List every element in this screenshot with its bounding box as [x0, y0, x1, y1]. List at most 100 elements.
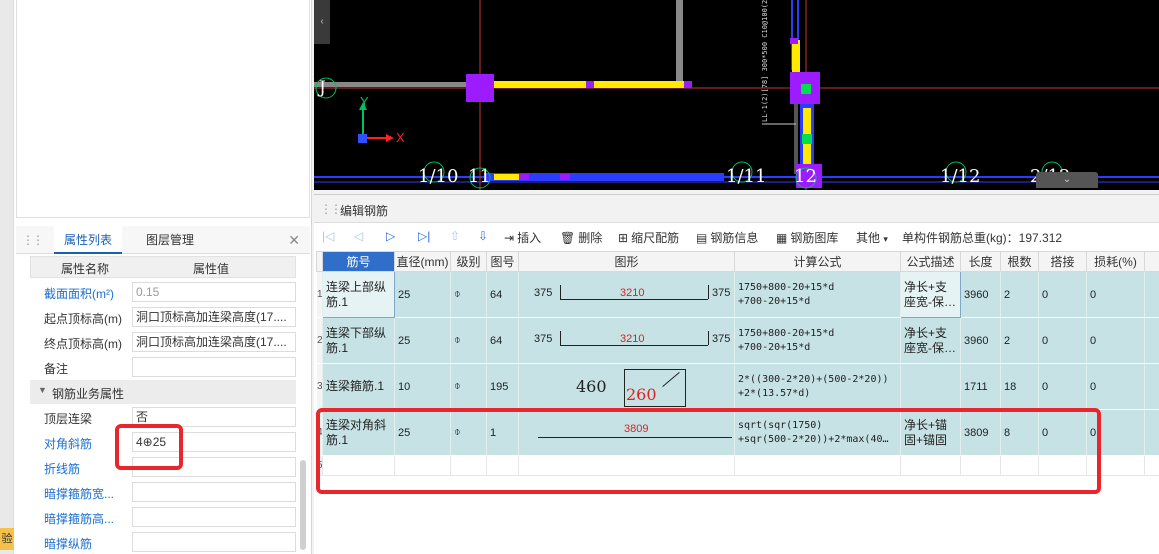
formula-desc-cell[interactable]: 净长+支座宽-保…: [900, 271, 961, 318]
col-header[interactable]: 搭接: [1038, 251, 1087, 272]
move-up-icon[interactable]: ⇧: [450, 229, 460, 243]
axis-label-j: J: [319, 78, 326, 98]
property-value-field[interactable]: 洞口顶标高加连梁高度(17....: [132, 307, 296, 327]
property-row[interactable]: 暗撑纵筋: [30, 530, 296, 554]
col-header[interactable]: 长度: [960, 251, 1001, 272]
library-icon: ▦: [776, 231, 788, 245]
col-header[interactable]: 根数: [1000, 251, 1039, 272]
drag-grip-icon[interactable]: ⋮⋮: [320, 202, 342, 216]
property-row[interactable]: 备注: [30, 355, 296, 379]
table-row[interactable]: 3 连梁箍筋.1 10 ⌽ 195 460 260 2*((300-2*20)+(500-2*…: [316, 363, 1159, 410]
tab-property-list[interactable]: 属性列表: [54, 226, 123, 254]
formula-cell[interactable]: 2*((300-2*20)+(500-2*20)) +2*(13.57*d): [734, 363, 901, 410]
figure-no-cell[interactable]: 64: [486, 271, 519, 318]
lap-cell[interactable]: 0: [1038, 363, 1087, 410]
grade-cell[interactable]: ⌽: [450, 317, 487, 364]
figure-no-cell[interactable]: 195: [486, 363, 519, 410]
move-down-icon[interactable]: ⇩: [478, 229, 488, 243]
property-value-field[interactable]: [132, 532, 296, 552]
rebar-name-cell[interactable]: 连梁上部纵筋.1: [322, 271, 395, 318]
overflow-cell[interactable]: [1144, 363, 1159, 410]
col-header[interactable]: 级别: [450, 251, 487, 272]
property-row[interactable]: 起点顶标高(m) 洞口顶标高加连梁高度(17....: [30, 305, 296, 329]
figure-no-cell[interactable]: 64: [486, 317, 519, 364]
left-edge-strip: 验: [0, 0, 14, 554]
col-header[interactable]: 图号: [486, 251, 519, 272]
col-header[interactable]: 直径(mm): [394, 251, 451, 272]
collapse-left-icon[interactable]: ‹: [314, 0, 330, 44]
loss-cell[interactable]: 0: [1086, 363, 1145, 410]
length-cell[interactable]: 3960: [960, 271, 1001, 318]
property-value-field[interactable]: 洞口顶标高加连梁高度(17....: [132, 332, 296, 352]
cad-drawing-view[interactable]: LL-1(2)[78] 300*500 C10@100(2) 2C25;2C25…: [314, 0, 1159, 190]
shape-left-length: 375: [534, 286, 553, 299]
loss-cell[interactable]: 0: [1086, 317, 1145, 364]
formula-cell[interactable]: 1750+800-20+15*d +700-20+15*d: [734, 271, 901, 318]
diameter-cell[interactable]: 25: [394, 317, 451, 364]
rebar-name-cell[interactable]: 连梁下部纵筋.1: [322, 317, 395, 364]
col-header[interactable]: [1144, 251, 1159, 272]
length-cell[interactable]: 1711: [960, 363, 1001, 410]
property-value-field[interactable]: [132, 357, 296, 377]
property-scrollbar[interactable]: [300, 460, 306, 550]
overflow-cell[interactable]: [1144, 317, 1159, 364]
property-row[interactable]: 截面面积(m²) 0.15: [30, 280, 296, 304]
shape-cell[interactable]: 460 260: [518, 363, 735, 410]
grade-cell[interactable]: ⌽: [450, 363, 487, 410]
loss-cell[interactable]: 0: [1086, 271, 1145, 318]
length-cell[interactable]: 3960: [960, 317, 1001, 364]
close-icon[interactable]: ✕: [288, 232, 300, 249]
rebar-info-button[interactable]: ▤ 钢筋信息: [696, 229, 758, 246]
verify-tab[interactable]: 验: [0, 528, 14, 550]
beam-annotation: LL-1(2)[78] 300*500 C10@100(2) 2C25;2C25: [761, 0, 769, 122]
formula-desc-cell[interactable]: [900, 363, 961, 410]
tab-layer-manage[interactable]: 图层管理: [136, 226, 204, 254]
rebar-name-cell[interactable]: 连梁箍筋.1: [322, 363, 395, 410]
grade-cell[interactable]: ⌽: [450, 271, 487, 318]
drag-grip-icon[interactable]: ⋮⋮: [22, 233, 44, 247]
shape-cell[interactable]: 375 3210 375: [518, 317, 735, 364]
overflow-cell[interactable]: [1144, 271, 1159, 318]
other-dropdown[interactable]: 其他 ▾: [856, 229, 888, 246]
insert-button[interactable]: ⇥ 插入: [504, 229, 541, 246]
rebar-business-group[interactable]: ▼ 钢筋业务属性: [30, 380, 296, 404]
shape-right-leg: [708, 330, 709, 345]
overflow-cell[interactable]: [1144, 409, 1159, 456]
next-record-icon[interactable]: ▷: [386, 229, 395, 243]
diameter-cell[interactable]: 10: [394, 363, 451, 410]
property-value-field[interactable]: 0.15: [132, 282, 296, 302]
collapse-down-icon[interactable]: ⌄: [1036, 172, 1098, 188]
count-cell[interactable]: 18: [1000, 363, 1039, 410]
last-record-icon[interactable]: ▷|: [418, 229, 430, 243]
lap-cell[interactable]: 0: [1038, 317, 1087, 364]
stirrup-width: 460: [576, 376, 607, 396]
formula-desc-cell[interactable]: 净长+支座宽-保…: [900, 317, 961, 364]
table-row[interactable]: 2 连梁下部纵筋.1 25 ⌽ 64 375 3210 375 1750+800-20+15*d…: [316, 317, 1159, 364]
diameter-cell[interactable]: 25: [394, 271, 451, 318]
property-value-field[interactable]: [132, 482, 296, 502]
first-record-icon[interactable]: |◁: [322, 229, 334, 243]
property-row[interactable]: 暗撑箍筋高...: [30, 505, 296, 529]
property-value-header: 属性值: [193, 262, 230, 276]
scale-rebar-button[interactable]: ⊞ 缩尺配筋: [618, 229, 679, 246]
empty-cell[interactable]: [1144, 455, 1159, 476]
table-row[interactable]: 1 连梁上部纵筋.1 25 ⌽ 64 375 3210 375 1750+800-20+15*d…: [316, 271, 1159, 318]
formula-cell[interactable]: 1750+800-20+15*d +700-20+15*d: [734, 317, 901, 364]
property-value-field[interactable]: [132, 507, 296, 527]
col-header[interactable]: 筋号: [322, 251, 395, 272]
col-header[interactable]: 损耗(%): [1086, 251, 1145, 272]
count-cell[interactable]: 2: [1000, 271, 1039, 318]
col-header[interactable]: 图形: [518, 251, 735, 272]
shape-cell[interactable]: 375 3210 375: [518, 271, 735, 318]
delete-button[interactable]: 🗑 删除: [560, 229, 602, 246]
shape-main-length: 3210: [620, 286, 645, 299]
rebar-library-button[interactable]: ▦ 钢筋图库: [776, 229, 838, 246]
col-header[interactable]: 公式描述: [900, 251, 961, 272]
property-row[interactable]: 暗撑箍筋宽...: [30, 480, 296, 504]
property-row[interactable]: 终点顶标高(m) 洞口顶标高加连梁高度(17....: [30, 330, 296, 354]
lap-cell[interactable]: 0: [1038, 271, 1087, 318]
col-header[interactable]: 计算公式: [734, 251, 901, 272]
count-cell[interactable]: 2: [1000, 317, 1039, 364]
collapse-caret-icon[interactable]: ▼: [38, 385, 47, 395]
prev-record-icon[interactable]: ◁: [354, 229, 363, 243]
